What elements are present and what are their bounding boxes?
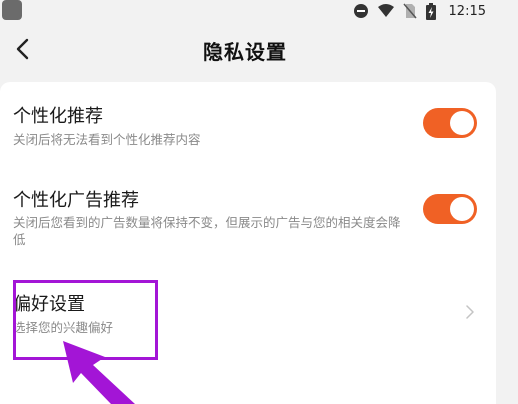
app-notification-icon [2,0,22,20]
settings-card: 个性化推荐 关闭后将无法看到个性化推荐内容 个性化广告推荐 关闭后您看到的广告数… [0,82,496,404]
setting-row-personalized-ads: 个性化广告推荐 关闭后您看到的广告数量将保持不变，但展示的广告与您的相关度会降低 [0,172,496,272]
page-title: 隐私设置 [203,40,287,64]
battery-charging-icon [425,2,436,20]
status-time: 12:15 [448,3,486,19]
toggle-knob [450,111,474,135]
setting-title: 个性化推荐 [13,106,103,127]
setting-title: 个性化广告推荐 [13,190,139,211]
no-sim-icon [402,3,417,19]
setting-row-personalized-recommendation: 个性化推荐 关闭后将无法看到个性化推荐内容 [0,82,496,172]
setting-description: 关闭后您看到的广告数量将保持不变，但展示的广告与您的相关度会降低 [13,215,401,247]
setting-row-preferences[interactable]: 偏好设置 选择您的兴趣偏好 [0,272,496,362]
header: 隐私设置 [0,24,518,74]
setting-description: 选择您的兴趣偏好 [13,320,114,335]
personalized-ads-toggle[interactable] [423,194,477,224]
wifi-icon [377,4,394,17]
setting-title: 偏好设置 [13,294,85,315]
setting-description: 关闭后将无法看到个性化推荐内容 [13,132,201,147]
toggle-knob [450,197,474,221]
personalized-recommendation-toggle[interactable] [423,108,477,138]
status-icons: 12:15 [353,2,486,20]
chevron-right-icon [466,305,474,319]
do-not-disturb-icon [353,4,368,18]
status-bar: 12:15 [0,0,518,22]
